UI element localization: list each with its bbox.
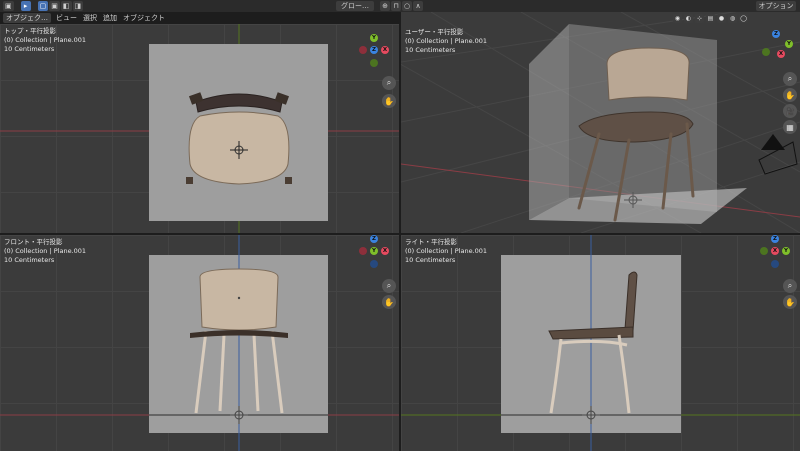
viewport-units: 10 Centimeters	[405, 256, 456, 264]
gizmo-z-axis[interactable]: Z	[370, 46, 378, 54]
gizmo-neg-x[interactable]	[359, 46, 367, 54]
viewport-units: 10 Centimeters	[4, 45, 55, 53]
viewport-title: トップ・平行投影	[4, 27, 56, 35]
front-view-scene	[0, 235, 399, 451]
pan-icon[interactable]: ✋	[382, 94, 396, 108]
viewport-right[interactable]: ライト・平行投影 (0) Collection | Plane.001 10 C…	[401, 235, 800, 451]
proportional-edit-icon[interactable]: ○	[402, 1, 413, 11]
solid-shading-icon[interactable]: ●	[717, 14, 726, 23]
chair-backrest	[199, 268, 279, 331]
right-view-scene	[401, 235, 800, 451]
viewport-divider-vertical[interactable]	[399, 12, 401, 451]
pan-icon[interactable]: ✋	[783, 295, 797, 309]
pan-icon[interactable]: ✋	[783, 88, 797, 102]
select-extend-icon[interactable]: ▣	[49, 1, 60, 11]
editor-type-button[interactable]: ▣	[3, 1, 14, 11]
menu-object[interactable]: オブジェクト	[120, 12, 168, 24]
viewport-collection: (0) Collection | Plane.001	[4, 247, 87, 255]
menu-select[interactable]: 選択	[80, 12, 100, 24]
navigation-gizmo[interactable]: Z X Y	[354, 235, 394, 273]
select-tool-icon[interactable]: ▸	[20, 1, 31, 11]
zoom-icon[interactable]: ⌕	[783, 72, 797, 86]
zoom-icon[interactable]: ⌕	[382, 76, 396, 90]
select-subtract-icon[interactable]: ◧	[60, 1, 72, 11]
object-mode-dropdown[interactable]: オブジェク…	[3, 13, 51, 23]
top-view-scene	[0, 24, 399, 233]
select-intersect-icon[interactable]: ◨	[72, 1, 84, 11]
gizmo-z-axis[interactable]: Z	[771, 235, 779, 243]
viewport-collection: (0) Collection | Plane.001	[405, 37, 488, 45]
pivot-icon[interactable]: ⊕	[380, 1, 390, 11]
gizmo-x-axis[interactable]: X	[381, 46, 389, 54]
gizmo-neg-x[interactable]	[359, 247, 367, 255]
viewport-units: 10 Centimeters	[4, 256, 55, 264]
gizmo-x-axis[interactable]: X	[381, 247, 389, 255]
select-box-icon[interactable]: ▢	[37, 1, 49, 11]
pan-icon[interactable]: ✋	[382, 295, 396, 309]
falloff-icon[interactable]: ∧	[413, 1, 424, 11]
visibility-icon[interactable]: ◉	[673, 14, 682, 23]
gizmo-x-axis[interactable]: X	[771, 247, 779, 255]
gizmo-neg-z[interactable]	[771, 260, 779, 268]
viewport-collection: (0) Collection | Plane.001	[405, 247, 488, 255]
transform-orientation-dropdown[interactable]: グロー…	[336, 1, 374, 11]
gizmo-z-axis[interactable]: Z	[772, 30, 780, 38]
navigation-gizmo[interactable]: Z Y X	[757, 30, 797, 68]
overlay-icon[interactable]: ◐	[684, 14, 693, 23]
zoom-icon[interactable]: ⌕	[382, 279, 396, 293]
gizmo-x-axis[interactable]: X	[777, 50, 785, 58]
gizmo-y-axis[interactable]: Y	[785, 40, 793, 48]
camera-view-icon[interactable]: 🎥	[783, 104, 797, 118]
snap-toggle-icon[interactable]: ⊓	[391, 1, 401, 11]
gizmo-y-axis[interactable]: Y	[370, 247, 378, 255]
gizmo-neg-y[interactable]	[760, 247, 768, 255]
gizmo-neg-z[interactable]	[370, 260, 378, 268]
gizmo-y-axis[interactable]: Y	[782, 247, 790, 255]
header-toolbar: ▣ ▸ ▢ ▣ ◧ ◨ グロー… ⊕ ⊓ ○ ∧ オプション	[0, 0, 800, 12]
xray-icon[interactable]: ▤	[706, 14, 715, 23]
viewport-title: ユーザー・平行投影	[405, 28, 464, 36]
gizmo-y-axis[interactable]: Y	[370, 34, 378, 42]
gizmo-neg-y[interactable]	[370, 59, 378, 67]
viewport-front[interactable]: フロント・平行投影 (0) Collection | Plane.001 10 …	[0, 235, 399, 451]
zoom-icon[interactable]: ⌕	[783, 279, 797, 293]
gizmo-neg-y[interactable]	[762, 48, 770, 56]
gizmo-z-axis[interactable]: Z	[370, 235, 378, 243]
navigation-gizmo[interactable]: Z Y X	[755, 235, 795, 273]
chair-backrest	[606, 47, 690, 101]
render-shading-icon[interactable]: ◯	[739, 14, 748, 23]
menu-add[interactable]: 追加	[100, 12, 120, 24]
viewport-menubar: オブジェク… ビュー 選択 追加 オブジェクト	[0, 12, 168, 24]
viewport-top[interactable]: トップ・平行投影 (0) Collection | Plane.001 10 C…	[0, 24, 399, 233]
navigation-gizmo[interactable]: Y X Z	[354, 34, 394, 72]
material-shading-icon[interactable]: ◍	[728, 14, 737, 23]
perspective-toggle-icon[interactable]: ▦	[783, 120, 797, 134]
viewport-title: ライト・平行投影	[405, 238, 457, 246]
viewport-title: フロント・平行投影	[4, 238, 63, 246]
gizmo-toggle-icon[interactable]: ⊹	[695, 14, 704, 23]
menu-view[interactable]: ビュー	[53, 12, 80, 24]
viewport-units: 10 Centimeters	[405, 46, 456, 54]
options-dropdown[interactable]: オプション	[756, 1, 796, 11]
viewport-collection: (0) Collection | Plane.001	[4, 36, 87, 44]
viewport-user[interactable]: ユーザー・平行投影 (0) Collection | Plane.001 10 …	[401, 12, 800, 233]
